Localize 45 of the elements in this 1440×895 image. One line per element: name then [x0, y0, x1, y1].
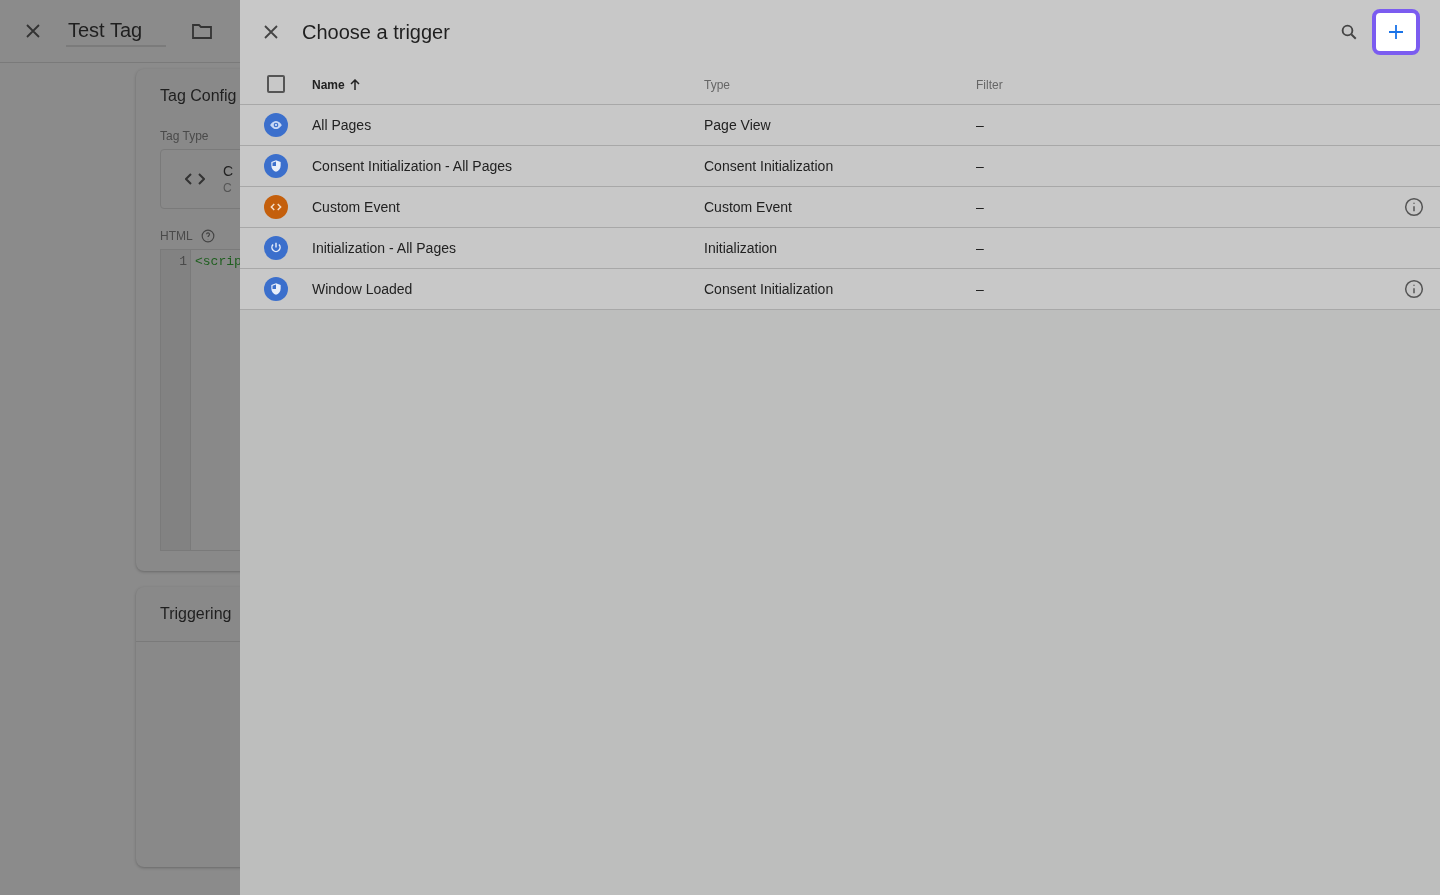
- search-icon: [1340, 23, 1358, 41]
- trigger-row[interactable]: Custom Event Custom Event –: [240, 187, 1440, 228]
- column-header[interactable]: Type: [704, 78, 730, 92]
- column-header[interactable]: Filter: [976, 78, 1003, 92]
- select-all-checkbox[interactable]: [267, 75, 285, 93]
- tag-name-field[interactable]: Test Tag: [66, 15, 166, 47]
- field-label: HTML: [160, 229, 193, 243]
- field-label: Tag Type: [160, 129, 209, 143]
- trigger-filter: –: [976, 158, 984, 174]
- trigger-type: Custom Event: [704, 199, 792, 215]
- help-icon[interactable]: [200, 229, 215, 243]
- trigger-filter: –: [976, 281, 984, 297]
- trigger-filter: –: [976, 199, 984, 215]
- trigger-row[interactable]: Initialization - All Pages Initialization –: [240, 228, 1440, 269]
- trigger-name: Window Loaded: [312, 281, 413, 297]
- trigger-type: Initialization: [704, 240, 778, 256]
- folder-icon[interactable]: [192, 23, 212, 39]
- card-title: Tag Config: [159, 86, 238, 105]
- plus-icon: [1388, 24, 1404, 40]
- trigger-row[interactable]: Window Loaded Consent Initialization –: [240, 269, 1440, 310]
- column-header[interactable]: Name: [312, 78, 361, 92]
- info-icon[interactable]: [1404, 197, 1424, 217]
- trigger-name: All Pages: [312, 117, 372, 133]
- trigger-row[interactable]: All Pages Page View –: [240, 105, 1440, 146]
- trigger-filter: –: [976, 240, 984, 256]
- info-icon[interactable]: [1404, 279, 1424, 299]
- add-button[interactable]: [1372, 9, 1420, 55]
- trigger-type: Consent Initialization: [704, 158, 834, 174]
- sort-arrow-icon: [348, 79, 361, 91]
- panel-title: Choose a trigger: [302, 20, 451, 44]
- trigger-name: Custom Event: [312, 199, 400, 215]
- trigger-name: Consent Initialization - All Pages: [312, 158, 512, 174]
- trigger-row[interactable]: Consent Initialization - All Pages Consent Initialization –: [240, 146, 1440, 187]
- trigger-type: Consent Initialization: [704, 281, 834, 297]
- trigger-name: Initialization - All Pages: [312, 240, 456, 256]
- close-icon[interactable]: [26, 24, 40, 38]
- card-title: Triggering: [159, 605, 233, 623]
- tag-type-name: C: [223, 163, 234, 179]
- close-button[interactable]: [264, 25, 278, 39]
- trigger-type: Page View: [704, 117, 771, 133]
- code-icon: [185, 172, 205, 186]
- trigger-filter: –: [976, 117, 984, 133]
- search-button[interactable]: [1340, 23, 1358, 41]
- line-number: 1: [179, 254, 187, 269]
- close-icon: [264, 25, 278, 39]
